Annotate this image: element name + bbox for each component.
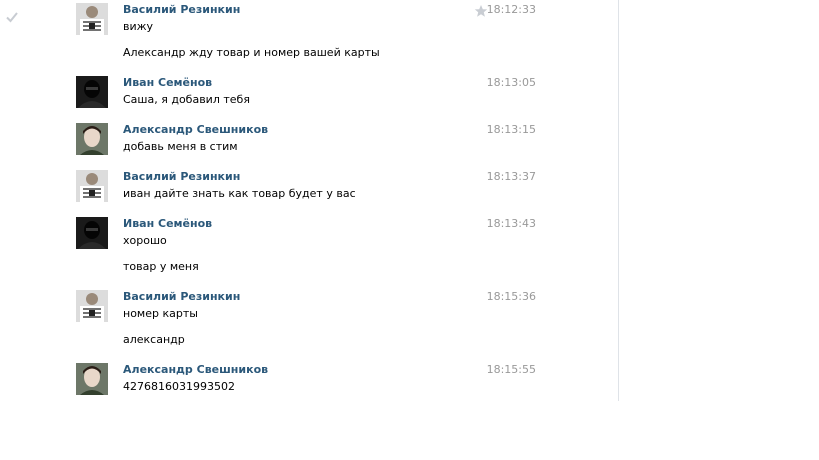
- message-text: вижу: [123, 20, 154, 33]
- message-block[interactable]: Александр Свешников 18:15:55 42768160319…: [76, 363, 540, 397]
- avatar-vasily[interactable]: [76, 3, 108, 35]
- message-time[interactable]: 18:13:37: [487, 170, 536, 184]
- message-text: добавь меня в стим: [123, 140, 238, 153]
- message-time[interactable]: 18:13:15: [487, 123, 536, 137]
- message-text: номер карты: [123, 307, 198, 320]
- author-name[interactable]: Иван Семёнов: [123, 76, 212, 90]
- message-time[interactable]: 18:12:33: [487, 3, 536, 17]
- message-text: 4276816031993502: [123, 380, 235, 393]
- message-block[interactable]: Василий Резинкин 18:13:37 иван дайте зна…: [76, 170, 540, 204]
- avatar-alexander[interactable]: [76, 363, 108, 395]
- author-name[interactable]: Александр Свешников: [123, 363, 268, 377]
- avatar-vasily[interactable]: [76, 170, 108, 202]
- avatar-alexander[interactable]: [76, 123, 108, 155]
- message-time[interactable]: 18:13:43: [487, 217, 536, 231]
- message-block[interactable]: Иван Семёнов 18:13:05 Саша, я добавил те…: [76, 76, 540, 110]
- checkmark-icon[interactable]: [5, 9, 19, 23]
- message-block[interactable]: Василий Резинкин 18:15:36 номер карты ал…: [76, 290, 540, 350]
- message-text: Саша, я добавил тебя: [123, 93, 250, 106]
- message-time[interactable]: 18:13:05: [487, 76, 536, 90]
- message-time[interactable]: 18:15:36: [487, 290, 536, 304]
- column-divider: [618, 0, 619, 401]
- avatar-ivan[interactable]: [76, 217, 108, 249]
- chat-history: Василий Резинкин 18:12:33 вижу Александр…: [0, 0, 819, 460]
- author-name[interactable]: Иван Семёнов: [123, 217, 212, 231]
- avatar-ivan[interactable]: [76, 76, 108, 108]
- message-text: иван дайте знать как товар будет у вас: [123, 187, 356, 200]
- message-text: хорошо: [123, 234, 167, 247]
- message-time[interactable]: 18:15:55: [487, 363, 536, 377]
- message-text: товар у меня: [123, 260, 199, 273]
- author-name[interactable]: Василий Резинкин: [123, 3, 240, 17]
- message-block[interactable]: Василий Резинкин 18:12:33 вижу Александр…: [76, 3, 540, 63]
- avatar-vasily[interactable]: [76, 290, 108, 322]
- author-name[interactable]: Василий Резинкин: [123, 290, 240, 304]
- message-block[interactable]: Иван Семёнов 18:13:43 хорошо товар у мен…: [76, 217, 540, 277]
- message-block[interactable]: Александр Свешников 18:13:15 добавь меня…: [76, 123, 540, 157]
- author-name[interactable]: Василий Резинкин: [123, 170, 240, 184]
- message-text: александр: [123, 333, 185, 346]
- author-name[interactable]: Александр Свешников: [123, 123, 268, 137]
- message-text: Александр жду товар и номер вашей карты: [123, 46, 380, 59]
